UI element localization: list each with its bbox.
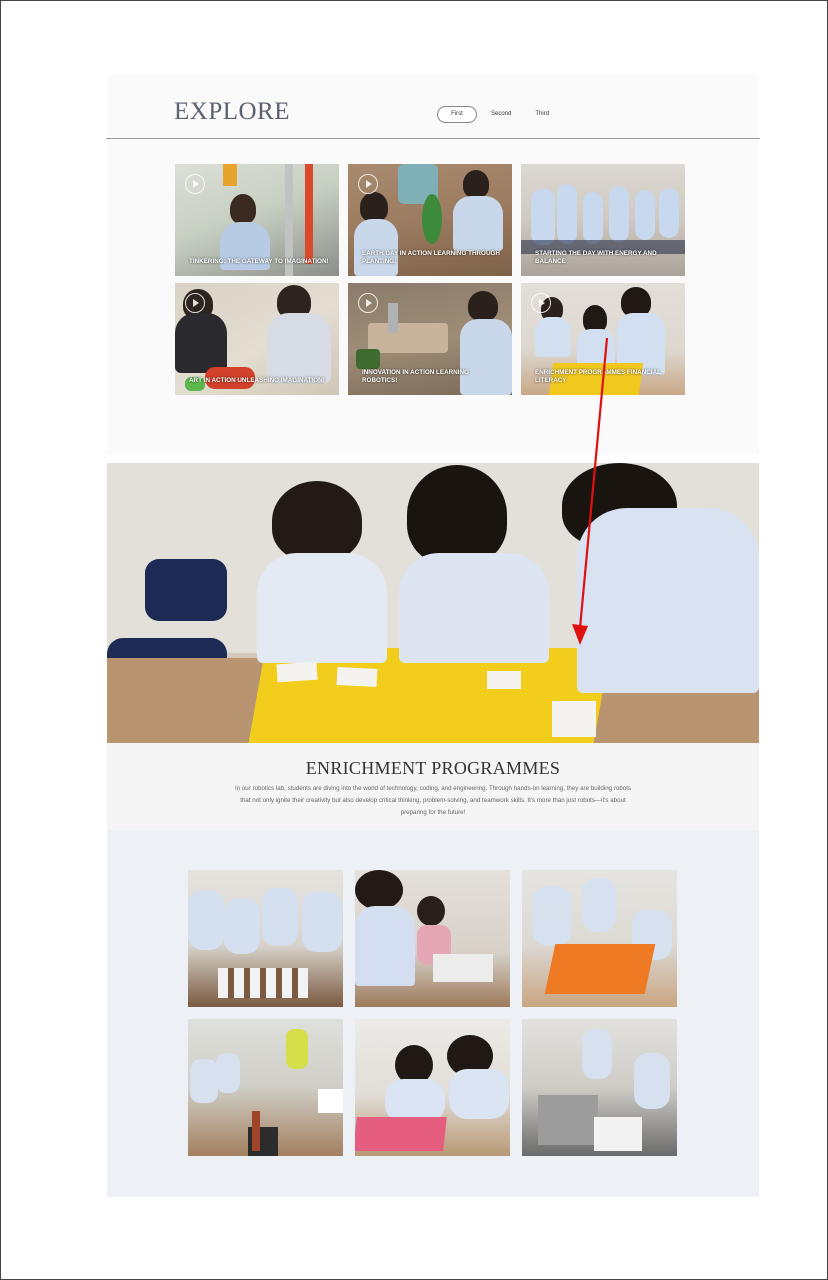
annotation-arrow [572, 337, 609, 645]
